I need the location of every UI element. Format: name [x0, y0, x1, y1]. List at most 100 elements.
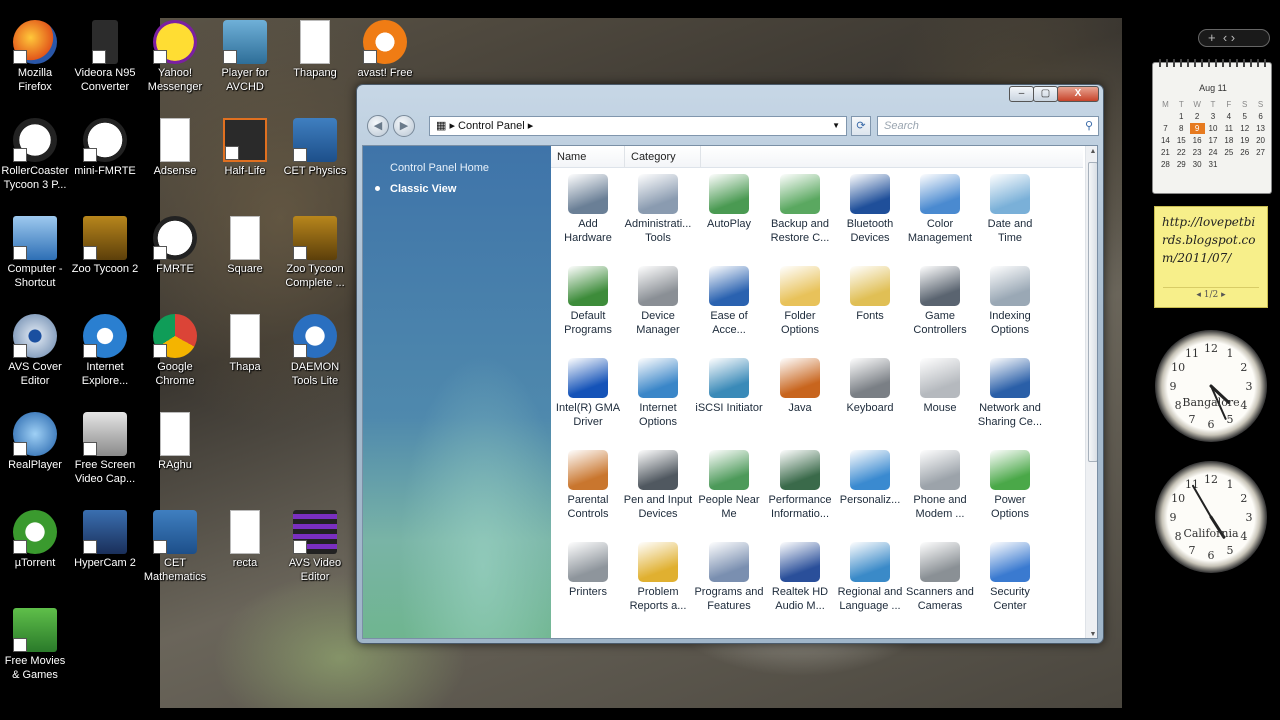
calendar-day[interactable]: 22 [1174, 147, 1189, 158]
forward-button[interactable]: ▶ [393, 115, 415, 137]
desktop-icon[interactable]: RAghu [140, 412, 210, 472]
calendar-day[interactable]: 11 [1221, 123, 1236, 134]
calendar-day[interactable]: 19 [1237, 135, 1252, 146]
control-panel-item[interactable]: Regional and Language ... [835, 542, 905, 613]
calendar-day[interactable]: 24 [1206, 147, 1221, 158]
control-panel-item[interactable]: Personaliz... [835, 450, 905, 507]
control-panel-item[interactable]: Pen and Input Devices [623, 450, 693, 521]
calendar-day[interactable]: 16 [1190, 135, 1205, 146]
desktop-icon[interactable]: Computer - Shortcut [0, 216, 70, 290]
desktop-icon[interactable]: avast! Free [350, 20, 420, 80]
calendar-day[interactable]: 1 [1174, 111, 1189, 122]
refresh-button[interactable]: ⟳ [851, 116, 871, 136]
scroll-up-icon[interactable]: ▲ [1088, 148, 1097, 155]
desktop-icon[interactable]: Square [210, 216, 280, 276]
calendar-day[interactable]: 3 [1206, 111, 1221, 122]
control-panel-item[interactable]: Power Options [975, 450, 1045, 521]
control-panel-item[interactable]: AutoPlay [694, 174, 764, 231]
control-panel-item[interactable]: Default Programs [553, 266, 623, 337]
control-panel-item[interactable]: Realtek HD Audio M... [765, 542, 835, 613]
scroll-thumb[interactable] [1088, 162, 1097, 462]
calendar-day[interactable]: 18 [1221, 135, 1236, 146]
calendar-day[interactable]: 6 [1253, 111, 1268, 122]
control-panel-item[interactable]: Scanners and Cameras [905, 542, 975, 613]
desktop-icon[interactable]: Yahoo! Messenger [140, 20, 210, 94]
control-panel-item[interactable]: Mouse [905, 358, 975, 415]
control-panel-home-link[interactable]: Control Panel Home [390, 162, 489, 174]
calendar-day[interactable]: 26 [1237, 147, 1252, 158]
control-panel-item[interactable]: Indexing Options [975, 266, 1045, 337]
address-bar[interactable]: ▦ ▸ Control Panel ▸ ▼ [429, 116, 847, 136]
desktop-icon[interactable]: Internet Explore... [70, 314, 140, 388]
calendar-day[interactable]: 15 [1174, 135, 1189, 146]
calendar-day[interactable]: 25 [1221, 147, 1236, 158]
control-panel-item[interactable]: Date and Time [975, 174, 1045, 245]
control-panel-item[interactable]: Problem Reports a... [623, 542, 693, 613]
calendar-day[interactable]: 4 [1221, 111, 1236, 122]
control-panel-item[interactable]: Internet Options [623, 358, 693, 429]
classic-view-link[interactable]: Classic View [390, 183, 456, 195]
desktop-icon[interactable]: Free Screen Video Cap... [70, 412, 140, 486]
control-panel-item[interactable]: People Near Me [694, 450, 764, 521]
desktop-icon[interactable]: Mozilla Firefox [0, 20, 70, 94]
sticky-note-gadget[interactable]: http://lovepetbirds.blogspot.com/2011/07… [1154, 206, 1268, 308]
desktop-icon[interactable]: Zoo Tycoon 2 [70, 216, 140, 276]
control-panel-item[interactable]: iSCSI Initiator [694, 358, 764, 415]
control-panel-item[interactable]: Ease of Acce... [694, 266, 764, 337]
control-panel-item[interactable]: Printers [553, 542, 623, 599]
calendar-day[interactable]: 7 [1158, 123, 1173, 134]
clock-gadget[interactable]: 1 2 3 4 5 6 7 8 9 10 11 12 Bangalore [1155, 330, 1267, 442]
calendar-day[interactable]: 27 [1253, 147, 1268, 158]
search-icon[interactable]: ⚲ [1085, 117, 1093, 135]
control-panel-item[interactable]: Folder Options [765, 266, 835, 337]
sticky-note-pager[interactable]: ◂ 1/2 ▸ [1163, 287, 1259, 301]
control-panel-item[interactable]: Add Hardware [553, 174, 623, 245]
calendar-day[interactable]: 23 [1190, 147, 1205, 158]
clock-gadget[interactable]: 1 2 3 4 5 6 7 8 9 10 11 12 California [1155, 461, 1267, 573]
control-panel-item[interactable]: Parental Controls [553, 450, 623, 521]
desktop-icon[interactable]: Zoo Tycoon Complete ... [280, 216, 350, 290]
desktop-icon[interactable]: RealPlayer [0, 412, 70, 472]
calendar-day[interactable]: 13 [1253, 123, 1268, 134]
desktop-icon[interactable]: AVS Video Editor [280, 510, 350, 584]
calendar-day[interactable]: 31 [1206, 159, 1221, 170]
control-panel-item[interactable]: Phone and Modem ... [905, 450, 975, 521]
control-panel-item[interactable]: Fonts [835, 266, 905, 323]
control-panel-item[interactable]: Performance Informatio... [765, 450, 835, 521]
calendar-day[interactable]: 21 [1158, 147, 1173, 158]
control-panel-item[interactable]: Security Center [975, 542, 1045, 613]
desktop-icon[interactable]: Google Chrome [140, 314, 210, 388]
control-panel-item[interactable]: Bluetooth Devices [835, 174, 905, 245]
desktop-icon[interactable]: µTorrent [0, 510, 70, 570]
back-button[interactable]: ◀ [367, 115, 389, 137]
calendar-day[interactable]: 9 [1189, 123, 1205, 134]
gadget-toolbar[interactable]: + ‹ › [1198, 29, 1270, 47]
desktop-icon[interactable]: Adsense [140, 118, 210, 178]
calendar-day[interactable]: 20 [1253, 135, 1268, 146]
close-button[interactable]: X [1057, 86, 1099, 102]
desktop-icon[interactable]: RollerCoaster Tycoon 3 P... [0, 118, 70, 192]
minimize-button[interactable]: – [1009, 86, 1034, 102]
calendar-day[interactable]: 2 [1190, 111, 1205, 122]
control-panel-item[interactable]: Device Manager [623, 266, 693, 337]
control-panel-item[interactable]: Java [765, 358, 835, 415]
calendar-day[interactable]: 30 [1190, 159, 1205, 170]
desktop-icon[interactable]: DAEMON Tools Lite [280, 314, 350, 388]
desktop-icon[interactable]: AVS Cover Editor [0, 314, 70, 388]
desktop-icon[interactable]: mini-FMRTE [70, 118, 140, 178]
control-panel-item[interactable]: Keyboard [835, 358, 905, 415]
control-panel-item[interactable]: Color Management [905, 174, 975, 245]
scroll-down-icon[interactable]: ▼ [1088, 631, 1097, 638]
desktop-icon[interactable]: recta [210, 510, 280, 570]
calendar-day[interactable]: 28 [1158, 159, 1173, 170]
desktop-icon[interactable]: Player for AVCHD [210, 20, 280, 94]
control-panel-item[interactable]: Backup and Restore C... [765, 174, 835, 245]
vertical-scrollbar[interactable]: ▲ ▼ [1085, 146, 1097, 638]
desktop-icon[interactable]: Thapang [280, 20, 350, 80]
column-header-category[interactable]: Category [625, 146, 701, 168]
control-panel-item[interactable]: Administrati... Tools [623, 174, 693, 245]
calendar-day[interactable]: 10 [1206, 123, 1221, 134]
control-panel-item[interactable]: Intel(R) GMA Driver [553, 358, 623, 429]
desktop-icon[interactable]: CET Physics [280, 118, 350, 178]
maximize-button[interactable]: ▢ [1033, 86, 1058, 102]
